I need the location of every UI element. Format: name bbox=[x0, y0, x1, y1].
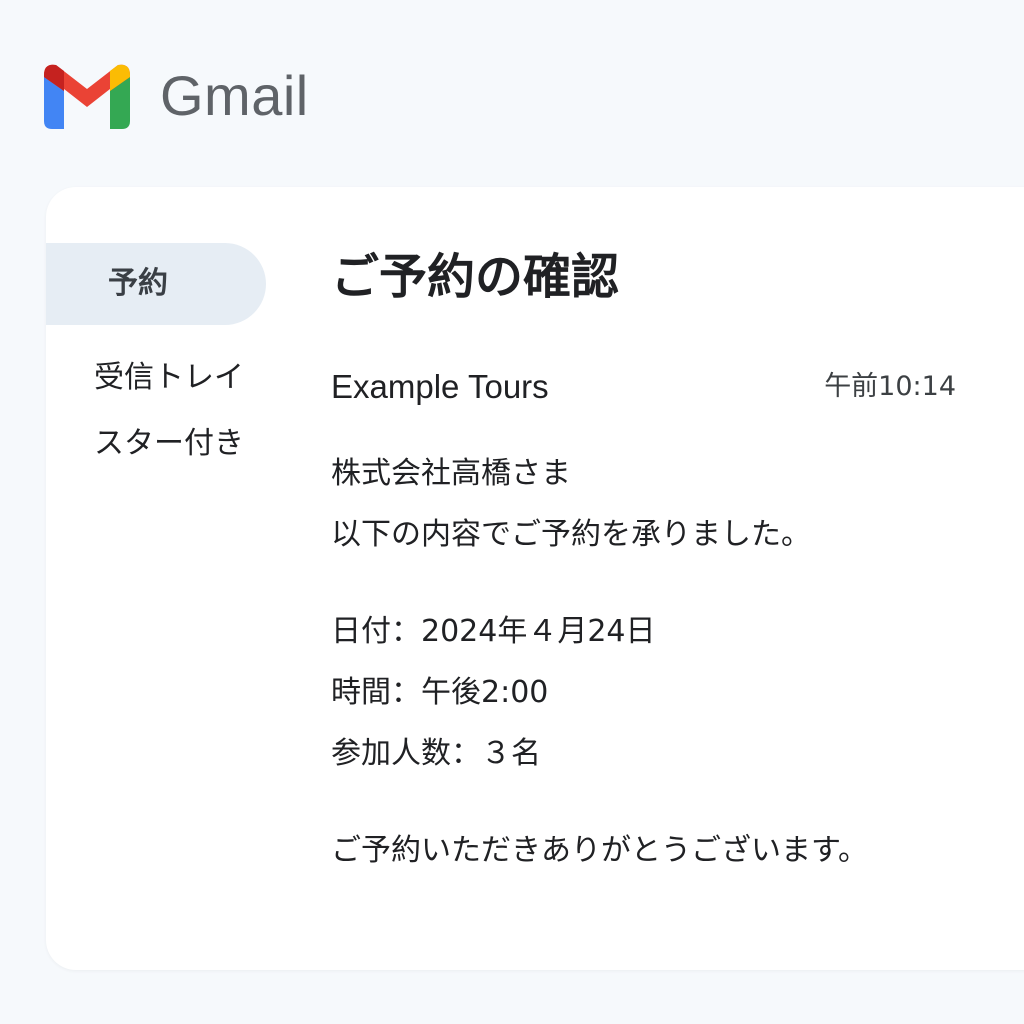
email-intro: 以下の内容でご予約を承りました。 bbox=[331, 517, 811, 552]
sidebar-item-label: 受信トレイ bbox=[94, 360, 244, 395]
email-subject: ご予約の確認 bbox=[331, 249, 620, 305]
email-sender[interactable]: Example Tours bbox=[331, 370, 549, 403]
sidebar: 予約 受信トレイ スター付き bbox=[46, 243, 278, 459]
sidebar-item-label: スター付き bbox=[94, 426, 244, 461]
email-closing: ご予約いただきありがとうございます。 bbox=[331, 833, 868, 868]
reservation-party-size: 参加人数：３名 bbox=[331, 736, 541, 771]
gmail-app: Gmail 予約 受信トレイ スター付き ご予約の確認 Example Tour… bbox=[0, 0, 1024, 1024]
sidebar-item-inbox[interactable]: 受信トレイ bbox=[46, 363, 278, 393]
sidebar-item-starred[interactable]: スター付き bbox=[46, 429, 278, 459]
email-timestamp: 午前10:14 bbox=[824, 371, 956, 402]
email-card: 予約 受信トレイ スター付き ご予約の確認 Example Tours 午前10… bbox=[46, 187, 1024, 970]
sidebar-item-label: 予約 bbox=[108, 266, 168, 301]
email-greeting: 株式会社高橋さま bbox=[331, 456, 571, 491]
reservation-time: 時間：午後2:00 bbox=[331, 675, 549, 710]
sidebar-item-reservations[interactable]: 予約 bbox=[46, 243, 266, 325]
gmail-logo-icon[interactable] bbox=[44, 63, 130, 129]
reservation-date: 日付：2024年４月24日 bbox=[331, 614, 656, 649]
gmail-header: Gmail bbox=[44, 62, 309, 130]
app-name: Gmail bbox=[160, 64, 309, 127]
